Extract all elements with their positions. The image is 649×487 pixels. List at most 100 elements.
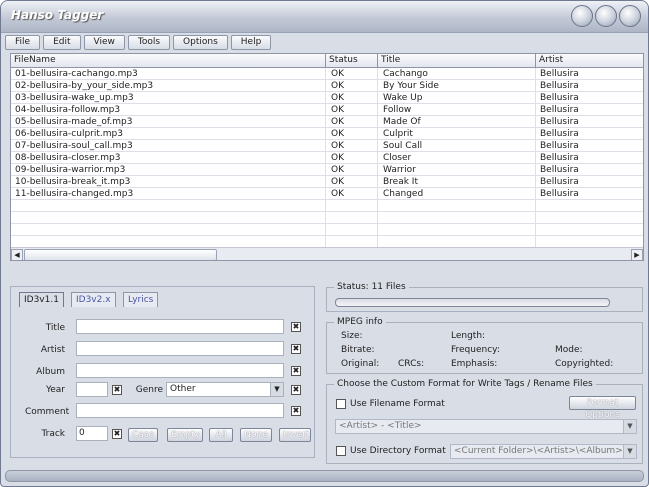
mode-label: Mode: (555, 345, 583, 355)
tab-lyrics[interactable]: Lyrics (123, 292, 159, 307)
maximize-button[interactable] (595, 5, 617, 27)
menu-options[interactable]: Options (173, 35, 228, 50)
table-row[interactable]: 04-bellusira-follow.mp3 OK Follow Bellusira (11, 104, 643, 116)
column-header-artist[interactable]: Artist (536, 54, 643, 68)
menu-help[interactable]: Help (230, 35, 272, 50)
table-row[interactable]: 05-bellusira-made_of.mp3 OK Made Of Bellusi… (11, 116, 643, 128)
artist-field[interactable] (76, 341, 284, 356)
filename-cell: 02-bellusira-by_your_side.mp3 (15, 81, 154, 91)
tab-id3v2[interactable]: ID3v2.x (71, 292, 116, 307)
use-filename-checkbox[interactable] (336, 399, 346, 409)
empty-button[interactable]: Empty (167, 428, 203, 442)
title-cell: By Your Side (383, 81, 439, 91)
title-field[interactable] (76, 319, 284, 334)
comment-label: Comment (25, 407, 70, 417)
close-button[interactable] (619, 5, 641, 27)
artist-cell: Bellusira (540, 165, 579, 175)
menu-bar: File Edit View Tools Options Help (5, 35, 272, 51)
column-header-filename[interactable]: FileName (11, 54, 326, 68)
column-header-title[interactable]: Title (378, 54, 536, 68)
year-field[interactable] (76, 382, 108, 397)
tab-id3v1[interactable]: ID3v1.1 (19, 292, 64, 307)
artist-cell: Bellusira (540, 93, 579, 103)
menu-file[interactable]: File (5, 35, 41, 50)
table-row[interactable]: 10-bellusira-break_it.mp3 OK Break It Bellu… (11, 176, 643, 188)
genre-value: Other (170, 384, 196, 394)
status-cell: OK (331, 165, 344, 175)
scroll-left-icon[interactable]: ◀ (11, 249, 23, 260)
case-button[interactable]: Case (128, 428, 158, 442)
none-button[interactable]: None (240, 428, 272, 442)
status-cell: OK (331, 153, 344, 163)
progress-bar (335, 298, 610, 307)
invert-button[interactable]: Invert (279, 428, 311, 442)
artist-cell: Bellusira (540, 81, 579, 91)
all-button[interactable]: All (209, 428, 233, 442)
filename-cell: 07-bellusira-soul_call.mp3 (15, 141, 133, 151)
comment-field[interactable] (76, 403, 284, 418)
table-row[interactable]: 06-bellusira-culprit.mp3 OK Culprit Bellusi… (11, 128, 643, 140)
menu-edit[interactable]: Edit (43, 35, 81, 50)
title-cell: Warrior (383, 165, 416, 175)
file-list[interactable]: FileName Status Title Artist 01-bellusir… (10, 53, 644, 261)
table-row[interactable]: 11-bellusira-changed.mp3 OK Changed Bellusi… (11, 188, 643, 200)
use-directory-checkbox[interactable] (336, 446, 346, 456)
artist-checkbox[interactable]: ✖ (291, 344, 301, 354)
horizontal-scrollbar[interactable]: ◀ ▶ (11, 247, 643, 260)
artist-cell: Bellusira (540, 177, 579, 187)
track-checkbox[interactable]: ✖ (112, 429, 122, 439)
status-cell: OK (331, 117, 344, 127)
scroll-thumb[interactable] (24, 249, 217, 260)
menu-tools[interactable]: Tools (127, 35, 171, 50)
filename-format-select[interactable]: <Artist> - <Title> ▼ (335, 419, 637, 434)
chevron-down-icon[interactable]: ▼ (623, 420, 636, 433)
chevron-down-icon[interactable]: ▼ (270, 383, 283, 396)
title-cell: Break It (383, 177, 418, 187)
genre-select[interactable]: Other ▼ (166, 382, 284, 397)
artist-cell: Bellusira (540, 129, 579, 139)
table-row[interactable]: 08-bellusira-closer.mp3 OK Closer Bellusira (11, 152, 643, 164)
status-cell: OK (331, 129, 344, 139)
scroll-right-icon[interactable]: ▶ (631, 249, 643, 260)
title-cell: Cachango (383, 69, 428, 79)
title-cell: Wake Up (383, 93, 423, 103)
format-title: Choose the Custom Format for Write Tags … (334, 379, 596, 389)
table-row[interactable]: 03-bellusira-wake_up.mp3 OK Wake Up Bellusi… (11, 92, 643, 104)
table-row[interactable]: 09-bellusira-warrior.mp3 OK Warrior Bellusi… (11, 164, 643, 176)
use-filename-label: Use Filename Format (350, 399, 445, 409)
track-label: Track (41, 429, 65, 439)
title-cell: Soul Call (383, 141, 423, 151)
format-options-button[interactable]: Format Options (569, 396, 636, 420)
filename-cell: 08-bellusira-closer.mp3 (15, 153, 121, 163)
app-title: Hanso Tagger (11, 8, 104, 22)
track-field[interactable]: 0 (76, 426, 108, 441)
title-cell: Closer (383, 153, 412, 163)
filename-cell: 10-bellusira-break_it.mp3 (15, 177, 131, 187)
comment-checkbox[interactable]: ✖ (291, 406, 301, 416)
title-checkbox[interactable]: ✖ (291, 322, 301, 332)
filename-cell: 03-bellusira-wake_up.mp3 (15, 93, 134, 103)
year-checkbox[interactable]: ✖ (112, 385, 122, 395)
empty-row (11, 224, 643, 236)
filename-format-value: <Artist> - <Title> (339, 421, 422, 431)
artist-cell: Bellusira (540, 189, 579, 199)
artist-cell: Bellusira (540, 153, 579, 163)
mpeg-info-title: MPEG info (334, 317, 386, 327)
column-header-status[interactable]: Status (326, 54, 378, 68)
chevron-down-icon[interactable]: ▼ (623, 445, 636, 458)
minimize-button[interactable] (571, 5, 593, 27)
album-label: Album (36, 367, 65, 377)
original-label: Original: (341, 359, 380, 369)
directory-format-select[interactable]: <Current Folder>\<Artist>\<Album>\ ▼ (450, 444, 637, 459)
album-field[interactable] (76, 363, 284, 378)
menu-view[interactable]: View (83, 35, 125, 50)
filename-cell: 09-bellusira-warrior.mp3 (15, 165, 126, 175)
status-cell: OK (331, 69, 344, 79)
table-row[interactable]: 01-bellusira-cachango.mp3 OK Cachango Bellu… (11, 68, 643, 80)
genre-checkbox[interactable]: ✖ (291, 385, 301, 395)
table-row[interactable]: 07-bellusira-soul_call.mp3 OK Soul Call Bel… (11, 140, 643, 152)
album-checkbox[interactable]: ✖ (291, 366, 301, 376)
frequency-label: Frequency: (451, 345, 500, 355)
title-bar[interactable]: Hanso Tagger (1, 1, 648, 33)
table-row[interactable]: 02-bellusira-by_your_side.mp3 OK By Your S… (11, 80, 643, 92)
